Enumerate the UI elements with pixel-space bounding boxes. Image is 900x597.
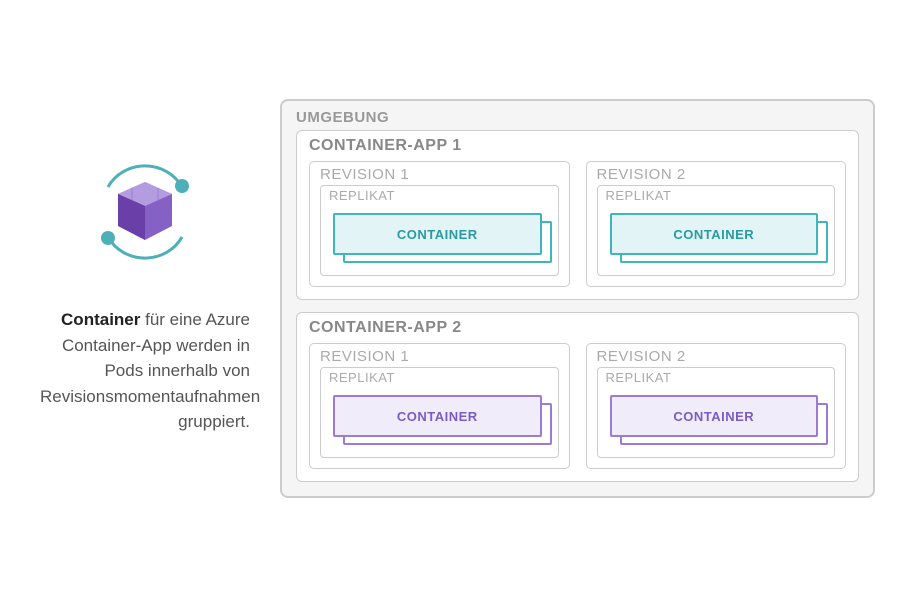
container-apps-icon: [90, 162, 200, 267]
replica-title: REPLIKAT: [329, 370, 550, 385]
container-stack: CONTAINER: [610, 395, 823, 443]
revision-box: REVISION 1 REPLIKAT CONTAINER: [309, 343, 570, 469]
replica-title: REPLIKAT: [606, 370, 827, 385]
revision-title: REVISION 2: [597, 166, 836, 183]
left-panel: Container für eine Azure Container-App w…: [0, 162, 280, 435]
app-title: CONTAINER-APP 2: [309, 319, 846, 337]
replica-box: REPLIKAT CONTAINER: [320, 185, 559, 276]
app-title: CONTAINER-APP 1: [309, 137, 846, 155]
revision-box: REVISION 1 REPLIKAT CONTAINER: [309, 161, 570, 287]
environment-title: UMGEBUNG: [296, 109, 859, 126]
container-front: CONTAINER: [610, 395, 819, 437]
diagram-panel: UMGEBUNG CONTAINER-APP 1 REVISION 1 REPL…: [280, 74, 900, 523]
revision-row: REVISION 1 REPLIKAT CONTAINER REVISION 2: [309, 161, 846, 287]
container-label: CONTAINER: [673, 227, 754, 242]
description-bold: Container: [61, 310, 140, 329]
description-text: Container für eine Azure Container-App w…: [40, 307, 250, 435]
replica-box: REPLIKAT CONTAINER: [597, 367, 836, 458]
container-stack: CONTAINER: [333, 213, 546, 261]
revision-box: REVISION 2 REPLIKAT CONTAINER: [586, 161, 847, 287]
revision-row: REVISION 1 REPLIKAT CONTAINER REVISION 2: [309, 343, 846, 469]
environment-box: UMGEBUNG CONTAINER-APP 1 REVISION 1 REPL…: [280, 99, 875, 498]
container-stack: CONTAINER: [333, 395, 546, 443]
revision-title: REVISION 2: [597, 348, 836, 365]
container-front: CONTAINER: [333, 395, 542, 437]
container-stack: CONTAINER: [610, 213, 823, 261]
replica-box: REPLIKAT CONTAINER: [320, 367, 559, 458]
container-front: CONTAINER: [610, 213, 819, 255]
container-label: CONTAINER: [673, 409, 754, 424]
container-label: CONTAINER: [397, 409, 478, 424]
container-front: CONTAINER: [333, 213, 542, 255]
revision-title: REVISION 1: [320, 166, 559, 183]
replica-title: REPLIKAT: [606, 188, 827, 203]
revision-box: REVISION 2 REPLIKAT CONTAINER: [586, 343, 847, 469]
replica-title: REPLIKAT: [329, 188, 550, 203]
replica-box: REPLIKAT CONTAINER: [597, 185, 836, 276]
container-app-1: CONTAINER-APP 1 REVISION 1 REPLIKAT CONT…: [296, 130, 859, 300]
container-label: CONTAINER: [397, 227, 478, 242]
container-app-2: CONTAINER-APP 2 REVISION 1 REPLIKAT CONT…: [296, 312, 859, 482]
revision-title: REVISION 1: [320, 348, 559, 365]
